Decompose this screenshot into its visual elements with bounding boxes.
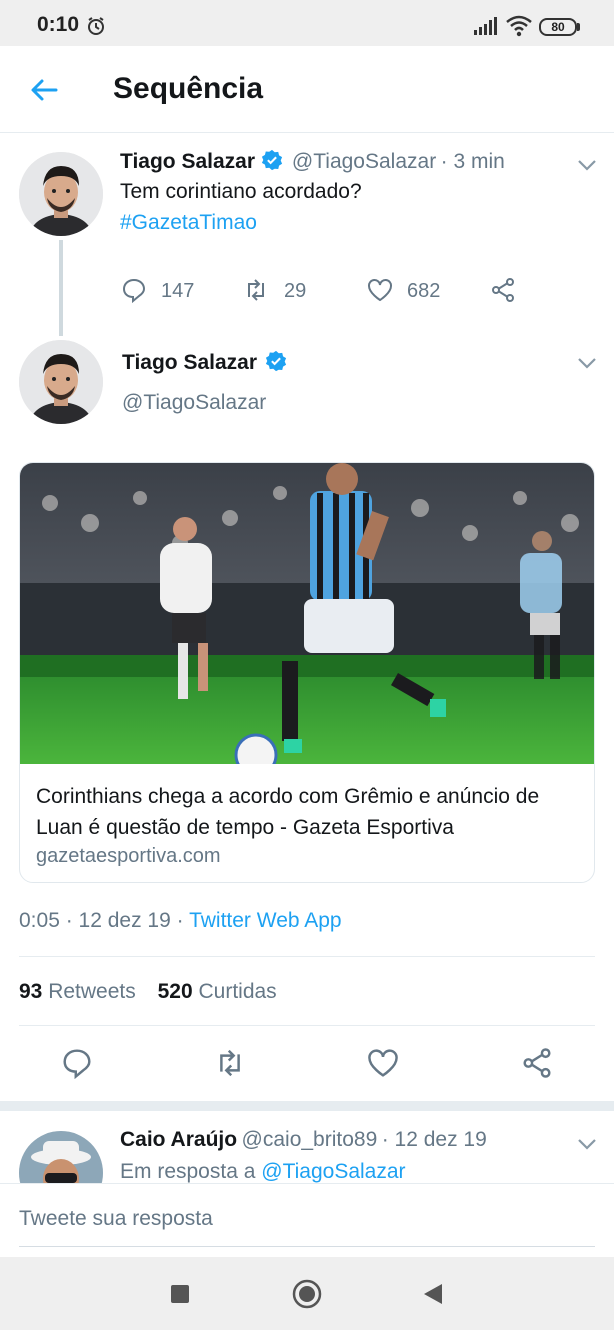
avatar[interactable] <box>19 340 103 424</box>
retweet-count: 29 <box>284 280 307 302</box>
reply-author-handle[interactable]: @caio_brito89 <box>242 1128 378 1151</box>
back-arrow-icon[interactable] <box>28 74 60 106</box>
retweets-stat[interactable]: 93 Retweets <box>19 980 136 1003</box>
in-reply-handle-link[interactable]: @TiagoSalazar <box>261 1160 405 1183</box>
tweet-text: Tem corintiano acordado? <box>120 180 362 203</box>
avatar[interactable] <box>19 152 103 236</box>
page-title: Sequência <box>113 72 264 105</box>
author-name[interactable]: Tiago Salazar <box>122 351 257 374</box>
in-reply-to: Em resposta a @TiagoSalazar <box>120 1160 406 1184</box>
source-app-link[interactable]: Twitter Web App <box>189 909 342 932</box>
verified-badge-icon <box>262 149 283 171</box>
retweets-label: Retweets <box>48 980 136 1003</box>
reply-count: 147 <box>161 280 195 302</box>
card-image <box>20 463 594 764</box>
tweet-stats: 93 Retweets 520 Curtidas <box>19 980 277 1004</box>
link-preview-card[interactable]: Corinthians chega a acordo com Grêmio e … <box>19 462 595 883</box>
author-handle[interactable]: @TiagoSalazar <box>122 391 266 415</box>
tweet-timestamp: 0:05 · 12 dez 19 · <box>19 909 184 932</box>
reply-icon[interactable] <box>121 277 147 303</box>
battery-indicator: 80 <box>539 18 577 36</box>
card-domain: gazetaesportiva.com <box>36 845 221 867</box>
avatar-photo <box>19 340 103 424</box>
tweet-meta: 0:05 · 12 dez 19 · Twitter Web App <box>19 909 342 933</box>
share-icon[interactable] <box>521 1047 553 1079</box>
chevron-down-icon[interactable] <box>576 356 598 370</box>
likes-stat[interactable]: 520 Curtidas <box>158 980 277 1003</box>
focused-tweet-header: Tiago Salazar <box>122 350 287 375</box>
signal-icon <box>474 17 497 35</box>
retweet-icon[interactable] <box>214 1047 246 1079</box>
alarm-icon <box>88 17 104 35</box>
section-separator <box>0 1101 614 1111</box>
divider <box>19 956 595 957</box>
reply-input-placeholder[interactable]: Tweete sua resposta <box>19 1207 213 1231</box>
likes-number: 520 <box>157 980 193 1003</box>
avatar-photo <box>19 152 103 236</box>
battery-tip <box>577 23 580 31</box>
tweet-time: · 3 min <box>440 150 505 173</box>
like-count: 682 <box>407 280 441 302</box>
wifi-icon <box>506 15 532 37</box>
divider <box>19 1025 595 1026</box>
in-reply-prefix: Em resposta a <box>120 1160 256 1183</box>
chevron-down-icon[interactable] <box>576 1137 598 1151</box>
reply-author-name[interactable]: Caio Araújo <box>120 1128 237 1151</box>
reply-icon[interactable] <box>61 1047 93 1079</box>
author-handle[interactable]: @TiagoSalazar <box>292 150 436 173</box>
reply-header: Caio Araújo @caio_brito89 · 12 dez 19 <box>120 1128 487 1152</box>
thread-connector <box>59 240 63 336</box>
home-circle-icon[interactable] <box>292 1279 322 1309</box>
share-icon[interactable] <box>490 277 516 303</box>
tweet-header: Tiago Salazar @TiagoSalazar · 3 min <box>120 149 505 174</box>
hashtag-link[interactable]: #GazetaTimao <box>120 211 257 235</box>
input-underline <box>19 1246 595 1247</box>
back-triangle-icon[interactable] <box>423 1283 443 1305</box>
like-icon[interactable] <box>367 277 393 303</box>
like-icon[interactable] <box>367 1047 399 1079</box>
verified-badge-icon <box>266 350 287 372</box>
likes-label: Curtidas <box>198 980 277 1003</box>
app-header <box>0 46 614 133</box>
recents-square-icon[interactable] <box>171 1285 189 1303</box>
card-title: Corinthians chega a acordo com Grêmio e … <box>36 785 540 839</box>
retweet-icon[interactable] <box>243 277 269 303</box>
author-name[interactable]: Tiago Salazar <box>120 150 255 173</box>
retweets-number: 93 <box>19 980 43 1003</box>
status-time: 0:10 <box>37 13 80 36</box>
chevron-down-icon[interactable] <box>576 158 598 172</box>
reply-time: · 12 dez 19 <box>381 1128 487 1151</box>
